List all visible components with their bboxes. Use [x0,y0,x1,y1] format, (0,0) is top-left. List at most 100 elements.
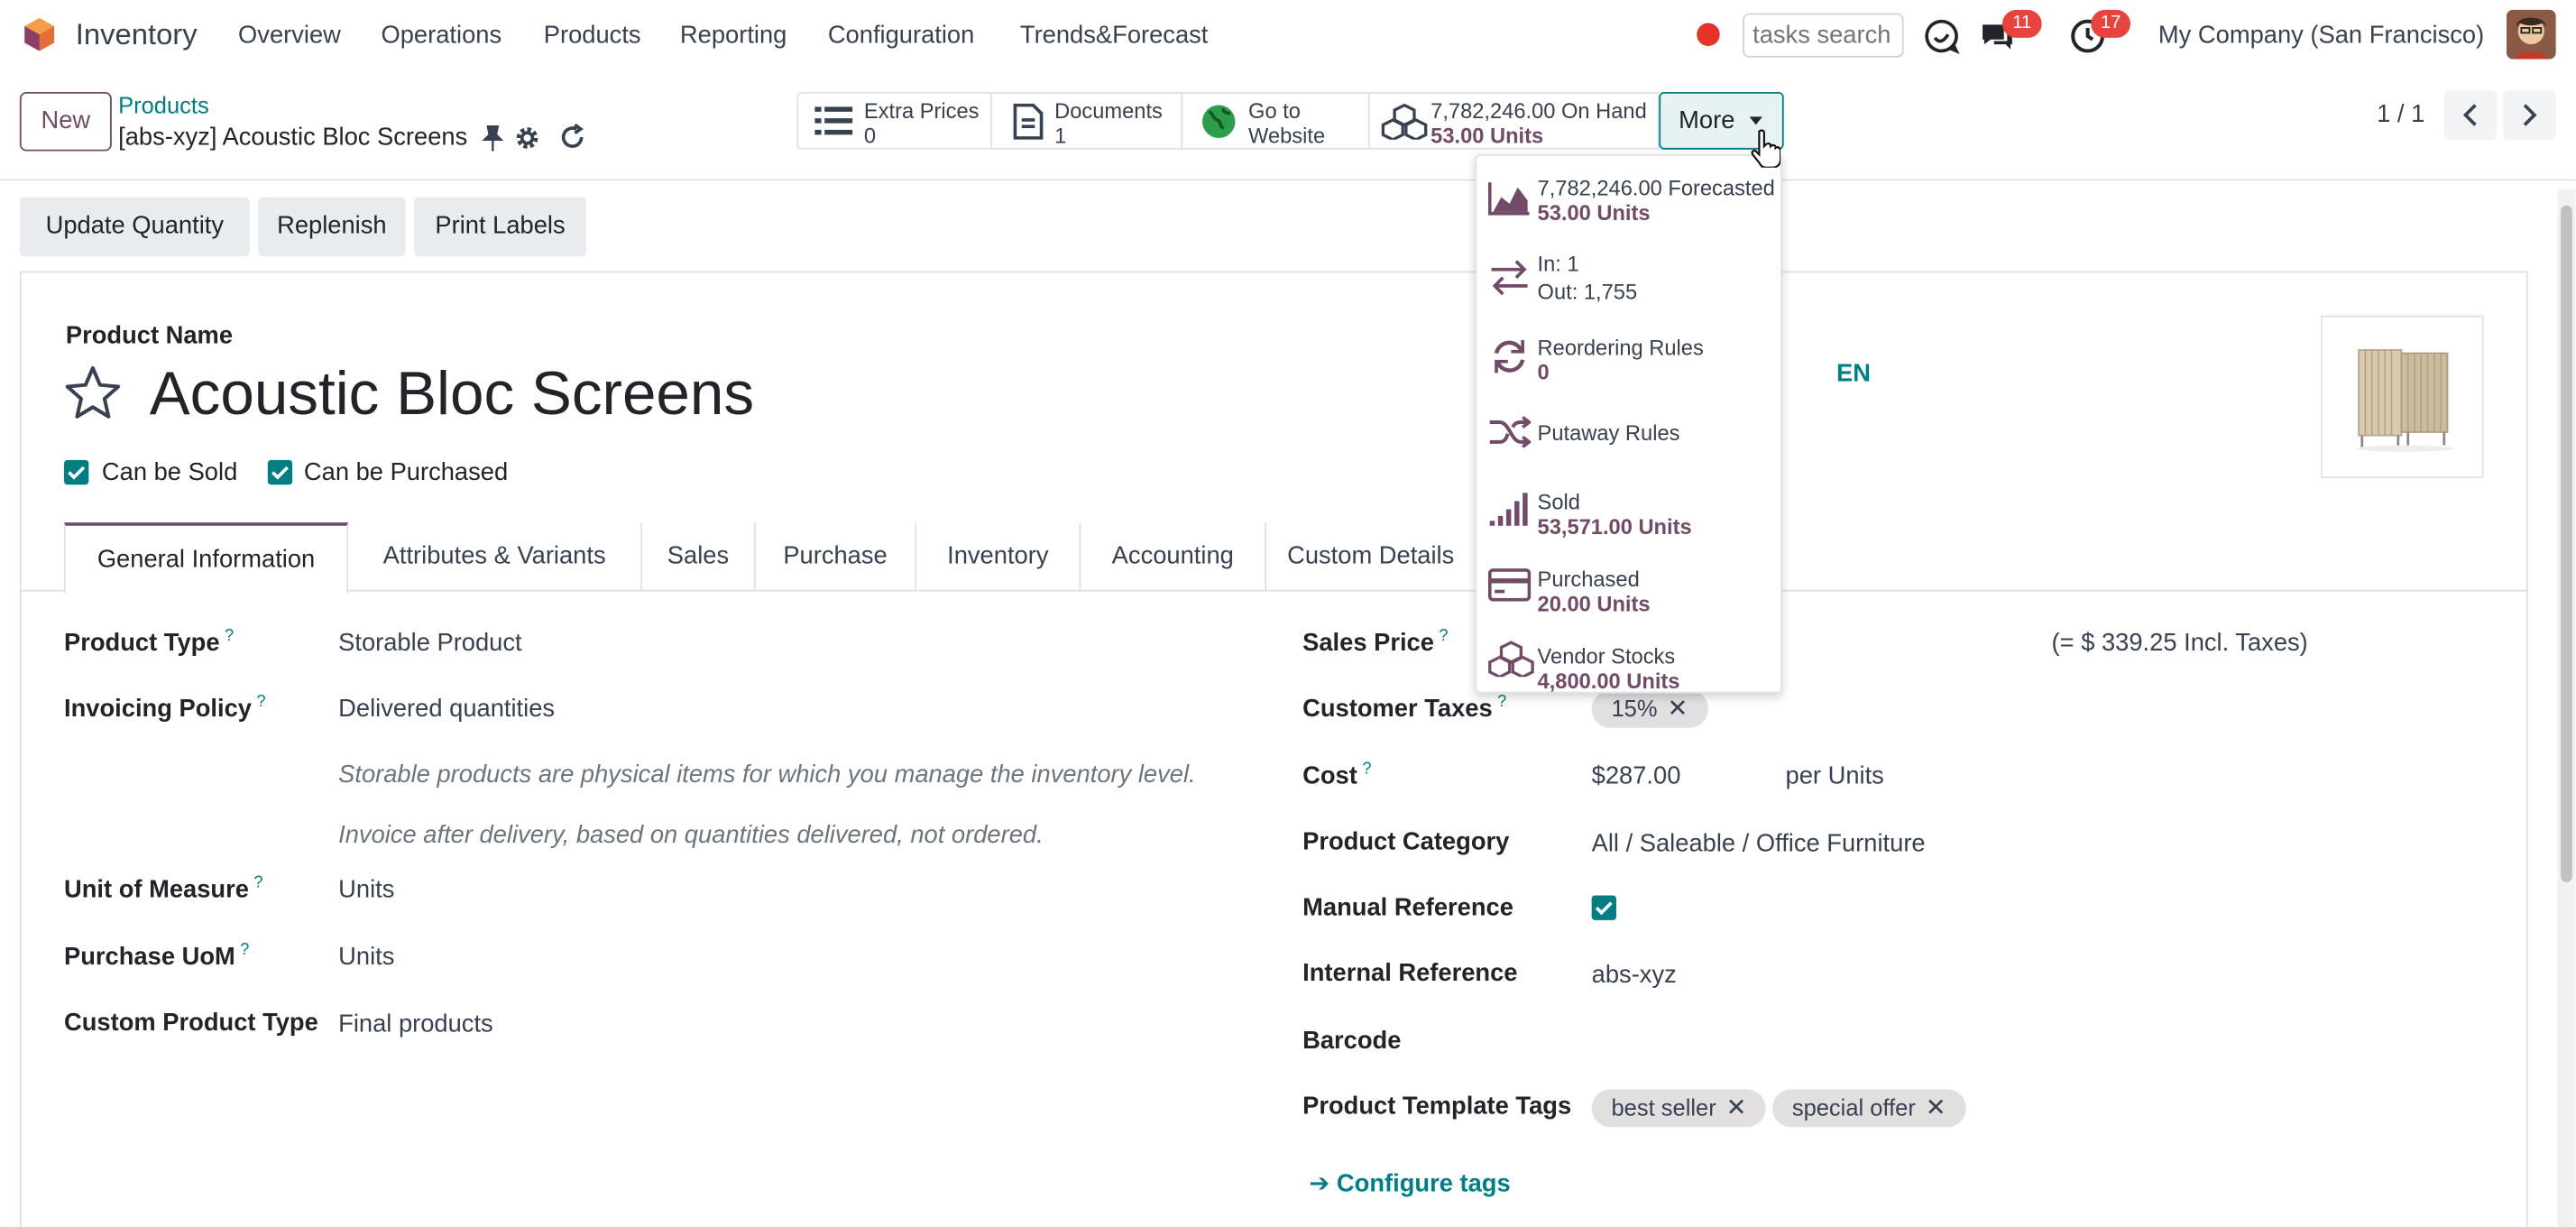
configure-tags-link[interactable]: ➔ Configure tags [1309,1168,1510,1198]
print-labels-button[interactable]: Print Labels [413,197,587,257]
breadcrumb-products-link[interactable]: Products [118,92,209,118]
cost-unit: per Units [1785,761,1884,790]
pager-value[interactable]: 1 / 1 [2377,100,2424,128]
signal-icon [1489,493,1528,526]
tag-special-offer[interactable]: special offer ✕ [1771,1089,1966,1128]
new-button[interactable]: New [19,91,112,152]
user-avatar[interactable] [2506,9,2556,60]
app-name[interactable]: Inventory [76,18,198,52]
more-dropdown-menu: 7,782,246.00 Forecasted 53.00 Units In: … [1475,154,1784,694]
go-to-website-button[interactable]: Go to Website [1181,91,1368,150]
cost-value[interactable]: $287.00 [1592,762,1681,790]
app-logo-icon[interactable] [22,16,58,52]
sold-value: 53,571.00 Units [1537,514,1692,540]
forecasted-button[interactable]: 7,782,246.00 Forecasted 53.00 Units [1477,160,1784,235]
sold-label: Sold [1537,489,1580,515]
language-selector[interactable]: EN [1836,360,1871,388]
custom-product-type-value[interactable]: Final products [338,1010,493,1038]
tab-inventory[interactable]: Inventory [916,522,1081,592]
invoicing-policy-value[interactable]: Delivered quantities [338,695,555,723]
sales-price-incl-taxes: (= $ 339.25 Incl. Taxes) [2051,629,2308,658]
product-type-value[interactable]: Storable Product [338,629,521,657]
tab-custom-details[interactable]: Custom Details [1266,522,1475,591]
more-label: More [1679,106,1735,135]
update-quantity-button[interactable]: Update Quantity [19,197,250,257]
can-be-purchased-checkbox[interactable] [267,459,293,485]
can-be-sold-label[interactable]: Can be Sold [102,458,237,486]
on-hand-button[interactable]: 7,782,246.00 On Hand 53.00 Units [1367,91,1660,150]
extra-prices-button[interactable]: Extra Prices 0 [796,91,991,150]
custom-product-type-label: Custom Product Type [64,1009,318,1038]
check-icon [68,466,86,480]
internal-reference-value[interactable]: abs-xyz [1592,961,1677,989]
user-avatar-icon [2506,9,2556,60]
can-be-sold-checkbox[interactable] [64,459,89,485]
uom-value[interactable]: Units [338,876,394,904]
replenish-button[interactable]: Replenish [257,197,406,257]
tab-sales[interactable]: Sales [642,522,756,592]
sold-button[interactable]: Sold 53,571.00 Units [1477,472,1784,548]
pager-next-button[interactable] [2503,90,2556,140]
arrow-right-icon: ➔ [1309,1169,1330,1198]
cost-label: Cost? [1302,761,1372,790]
putaway-rules-button[interactable]: Putaway Rules [1477,396,1784,472]
acoustic-screen-image-icon [2355,348,2454,452]
messages-count-badge: 11 [2001,9,2042,38]
out-label: Out: 1,755 [1537,279,1638,304]
page-scrollbar[interactable] [2557,189,2576,1227]
tab-general-information[interactable]: General Information [64,522,349,594]
discard-sync-icon[interactable] [558,123,586,152]
menu-overview[interactable]: Overview [238,22,341,50]
top-navbar: Inventory Overview Operations Products R… [0,0,2576,73]
vendor-stocks-label: Vendor Stocks [1537,643,1676,669]
extra-prices-value: 0 [863,123,877,148]
chevron-left-icon [2462,104,2477,126]
product-type-help: Storable products are physical items for… [338,761,1196,789]
product-name-value[interactable]: Acoustic Bloc Screens [150,360,754,429]
purchase-uom-value[interactable]: Units [338,943,394,971]
tab-purchase[interactable]: Purchase [756,522,917,592]
pin-icon[interactable] [482,125,504,152]
manual-reference-checkbox[interactable] [1591,895,1616,920]
menu-configuration[interactable]: Configuration [828,22,975,50]
check-icon [271,466,289,480]
tag-best-seller[interactable]: best seller ✕ [1591,1089,1767,1128]
menu-reporting[interactable]: Reporting [680,22,787,50]
in-out-button[interactable]: In: 1 Out: 1,755 [1477,238,1784,314]
star-icon[interactable] [64,364,122,420]
cubes-icon [1488,641,1534,678]
website-label: Website [1248,123,1326,148]
recording-indicator-icon[interactable] [1697,23,1720,46]
caret-down-icon [1749,116,1763,125]
tasks-search-input[interactable] [1743,13,1904,58]
invoicing-policy-help: Invoice after delivery, based on quantit… [338,821,1044,850]
purchased-button[interactable]: Purchased 20.00 Units [1477,549,1784,624]
vendor-stocks-button[interactable]: Vendor Stocks 4,800.00 Units [1477,626,1784,702]
product-image[interactable] [2321,315,2484,478]
documents-button[interactable]: Documents 1 [990,91,1182,150]
tab-attributes-variants[interactable]: Attributes & Variants [348,522,643,592]
barcode-label: Barcode [1302,1027,1402,1056]
sales-price-label: Sales Price? [1302,627,1449,658]
breadcrumb-current: [abs-xyz] Acoustic Bloc Screens [118,123,468,152]
reordering-rules-button[interactable]: Reordering Rules 0 [1477,317,1784,392]
reordering-rules-label: Reordering Rules [1537,335,1704,360]
company-switcher[interactable]: My Company (San Francisco) [2158,22,2484,50]
menu-products[interactable]: Products [544,22,641,50]
pager-previous-button[interactable] [2443,90,2498,140]
remove-tag-icon[interactable]: ✕ [1926,1094,1946,1122]
menu-trends-forecast[interactable]: Trends&Forecast [1020,22,1209,50]
scrollbar-thumb[interactable] [2561,205,2572,882]
remove-tag-icon[interactable]: ✕ [1726,1094,1747,1122]
menu-operations[interactable]: Operations [381,22,501,50]
hand-cursor-icon [1751,129,1781,168]
gear-icon[interactable] [514,125,540,151]
voip-icon[interactable] [1922,16,1962,56]
chevron-right-icon [2523,104,2537,126]
manual-reference-label: Manual Reference [1302,893,1513,922]
can-be-purchased-label[interactable]: Can be Purchased [304,458,508,486]
go-to-label: Go to [1248,98,1301,124]
product-category-label: Product Category [1302,827,1510,856]
product-category-value[interactable]: All / Saleable / Office Furniture [1592,830,1926,858]
tab-accounting[interactable]: Accounting [1081,522,1267,592]
